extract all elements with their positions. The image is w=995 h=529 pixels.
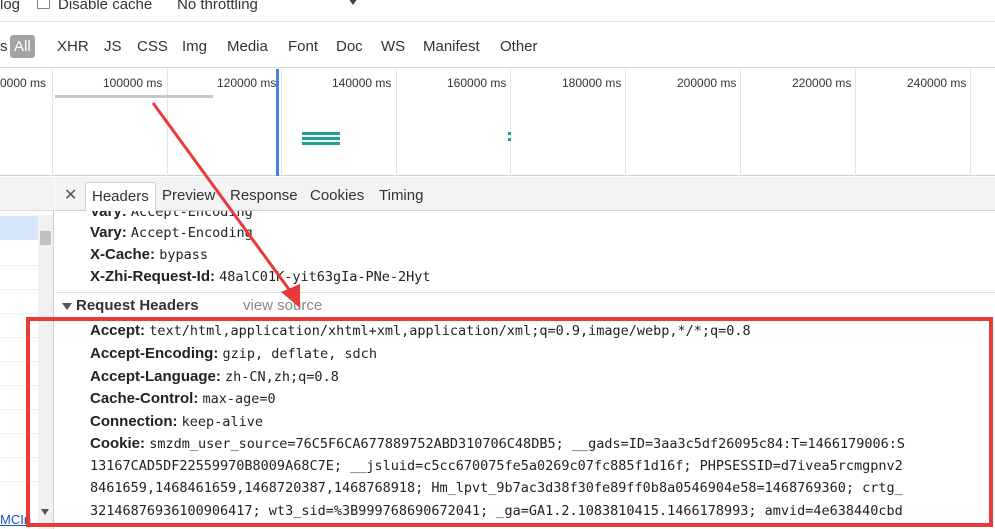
annotation-arrow [151, 102, 300, 308]
